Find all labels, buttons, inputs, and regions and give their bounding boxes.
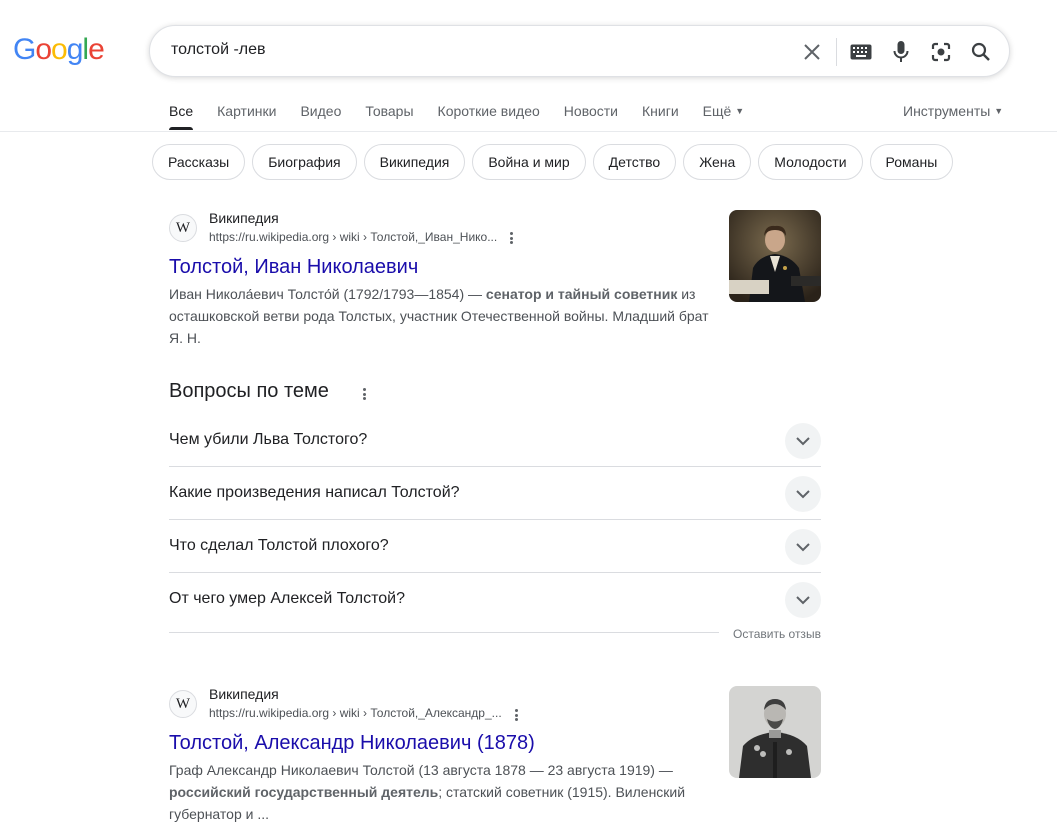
tab-all[interactable]: Все xyxy=(169,103,194,130)
paa-question-text: Какие произведения написал Толстой? xyxy=(169,484,460,501)
chip[interactable]: Детство xyxy=(592,144,677,180)
logo-letter: o xyxy=(35,33,52,66)
more-options-icon[interactable] xyxy=(358,386,370,402)
paa-question[interactable]: Чем убили Льва Толстого? xyxy=(169,414,821,467)
result-thumbnail[interactable] xyxy=(729,686,821,778)
chip[interactable]: Рассказы xyxy=(152,144,246,180)
result-snippet: Граф Александр Николаевич Толстой (13 ав… xyxy=(169,759,714,825)
logo-letter: g xyxy=(66,33,84,66)
refinement-chips: Рассказы Биография Википедия Война и мир… xyxy=(152,144,954,180)
tab-more-label: Ещё xyxy=(702,103,732,119)
chevron-down-icon[interactable] xyxy=(785,529,821,565)
wikipedia-favicon-icon: W xyxy=(169,690,197,718)
snippet-text: Граф Александр Николаевич Толстой (13 ав… xyxy=(169,762,673,778)
result-thumbnail[interactable] xyxy=(729,210,821,302)
logo-letter: G xyxy=(13,33,36,66)
tab-videos[interactable]: Видео xyxy=(300,103,341,119)
tab-shopping[interactable]: Товары xyxy=(365,103,413,119)
snippet-bold: сенатор и тайный советник xyxy=(485,286,678,302)
paa-question-text: Чем убили Льва Толстого? xyxy=(169,431,368,448)
header-divider xyxy=(0,131,1057,132)
chip[interactable]: Молодости xyxy=(758,144,863,180)
more-options-icon[interactable] xyxy=(505,230,517,246)
google-logo[interactable]: Google xyxy=(13,33,105,67)
search-result: W Википедия https://ru.wikipedia.org › w… xyxy=(169,686,821,826)
chevron-down-icon[interactable] xyxy=(785,476,821,512)
search-input[interactable]: толстой -лев xyxy=(171,41,266,59)
result-title[interactable]: Толстой, Александр Николаевич (1878) xyxy=(169,732,535,755)
tab-images[interactable]: Картинки xyxy=(217,103,276,119)
snippet-text: Иван Никола́евич Толсто́й (1792/1793—185… xyxy=(169,286,486,302)
search-result: W Википедия https://ru.wikipedia.org › w… xyxy=(169,210,821,350)
source-name: Википедия xyxy=(209,686,279,702)
paa-title: Вопросы по теме xyxy=(169,380,329,402)
chip[interactable]: Жена xyxy=(683,144,752,180)
source-name: Википедия xyxy=(209,210,279,226)
snippet-bold: российский государственный деятель xyxy=(169,784,439,800)
caret-down-icon: ▼ xyxy=(735,106,745,116)
caret-down-icon: ▼ xyxy=(994,106,1004,116)
chevron-down-icon[interactable] xyxy=(785,423,821,459)
chip[interactable]: Война и мир xyxy=(472,144,586,180)
tools-label: Инструменты xyxy=(903,103,991,119)
tab-short-videos[interactable]: Короткие видео xyxy=(438,103,540,119)
lens-icon[interactable] xyxy=(928,39,954,65)
search-icon[interactable] xyxy=(968,39,994,65)
chip[interactable]: Википедия xyxy=(363,144,466,180)
logo-letter: o xyxy=(51,33,68,66)
paa-question[interactable]: Какие произведения написал Толстой? xyxy=(169,467,821,520)
paa-question-text: Что сделал Толстой плохого? xyxy=(169,537,389,554)
tab-more[interactable]: Ещё ▼ xyxy=(703,103,745,119)
paa-question[interactable]: Что сделал Толстой плохого? xyxy=(169,520,821,573)
chip[interactable]: Романы xyxy=(869,144,954,180)
result-snippet: Иван Никола́евич Толсто́й (1792/1793—185… xyxy=(169,283,714,349)
keyboard-icon[interactable] xyxy=(848,39,874,65)
wikipedia-favicon-icon: W xyxy=(169,214,197,242)
feedback-divider xyxy=(169,632,719,633)
source-url: https://ru.wikipedia.org › wiki › Толсто… xyxy=(209,230,498,244)
result-source[interactable]: W Википедия https://ru.wikipedia.org › w… xyxy=(169,210,821,244)
paa-question-text: От чего умер Алексей Толстой? xyxy=(169,590,405,607)
close-icon[interactable] xyxy=(799,39,825,65)
tab-news[interactable]: Новости xyxy=(564,103,618,119)
search-box[interactable]: толстой -лев xyxy=(149,25,1010,77)
feedback-link[interactable]: Оставить отзыв xyxy=(733,627,821,641)
mic-icon[interactable] xyxy=(888,39,914,65)
chip[interactable]: Биография xyxy=(252,144,357,180)
tab-books[interactable]: Книги xyxy=(642,103,679,119)
logo-letter: e xyxy=(88,33,105,66)
source-url: https://ru.wikipedia.org › wiki › Толсто… xyxy=(209,706,502,720)
tools-button[interactable]: Инструменты ▼ xyxy=(903,103,1003,119)
more-options-icon[interactable] xyxy=(510,707,522,723)
paa-question[interactable]: От чего умер Алексей Толстой? xyxy=(169,573,821,626)
result-title[interactable]: Толстой, Иван Николаевич xyxy=(169,256,418,279)
search-tabs: Все Картинки Видео Товары Короткие видео… xyxy=(169,103,768,130)
search-divider xyxy=(836,38,837,66)
chevron-down-icon[interactable] xyxy=(785,582,821,618)
result-source[interactable]: W Википедия https://ru.wikipedia.org › w… xyxy=(169,686,821,720)
